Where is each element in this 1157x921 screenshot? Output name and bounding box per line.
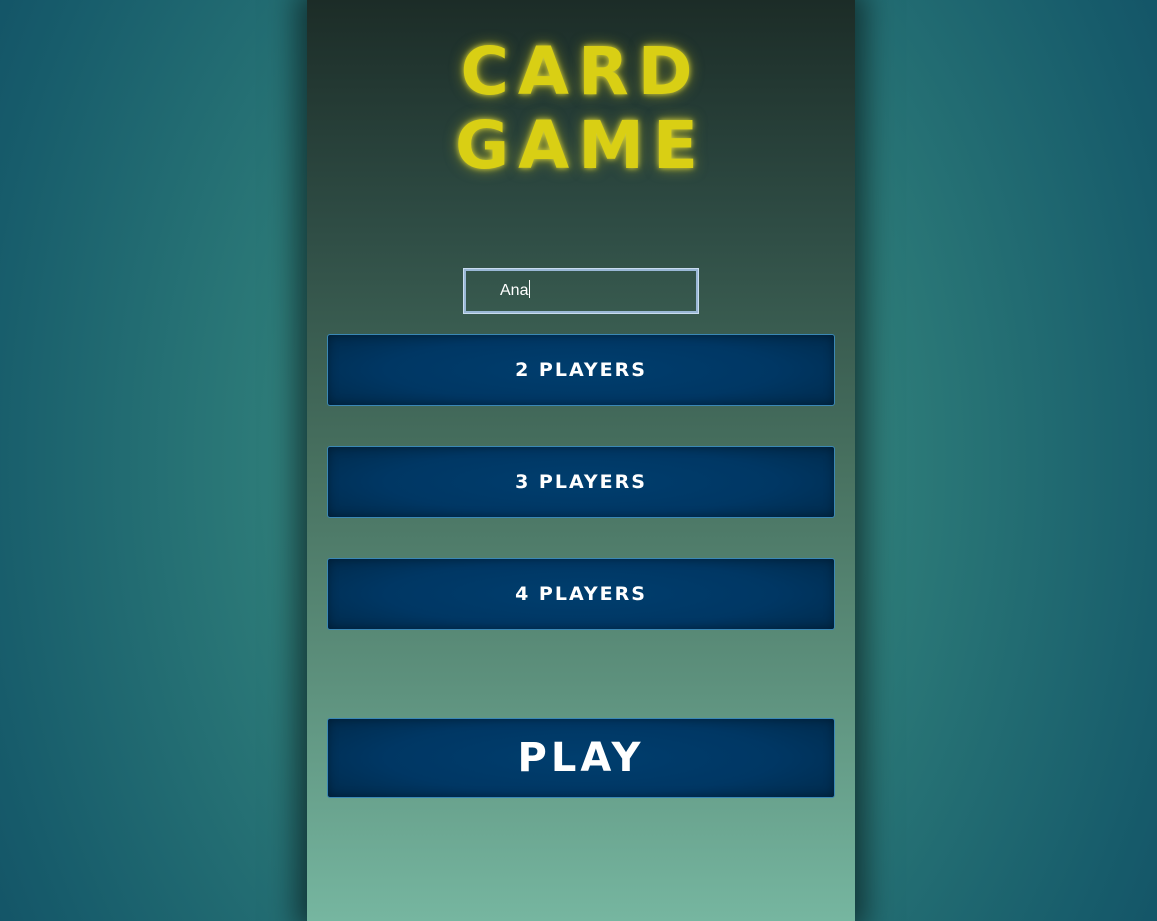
two-players-button[interactable]: 2 PLAYERS: [327, 334, 835, 406]
four-players-button[interactable]: 4 PLAYERS: [327, 558, 835, 630]
play-label: PLAY: [517, 735, 645, 781]
two-players-label: 2 PLAYERS: [515, 359, 647, 381]
game-menu-panel: CARD GAME Ana 2 PLAYERS 3 PLAYERS 4 PLAY…: [307, 0, 855, 921]
three-players-button[interactable]: 3 PLAYERS: [327, 446, 835, 518]
text-caret: [529, 280, 531, 299]
play-button[interactable]: PLAY: [327, 718, 835, 798]
game-title-line-1: CARD: [460, 33, 702, 110]
three-players-label: 3 PLAYERS: [515, 471, 647, 493]
player-name-input[interactable]: Ana: [463, 268, 699, 314]
player-name-value: Ana: [500, 282, 529, 299]
four-players-label: 4 PLAYERS: [515, 583, 647, 605]
game-title-line-2: GAME: [454, 107, 707, 184]
